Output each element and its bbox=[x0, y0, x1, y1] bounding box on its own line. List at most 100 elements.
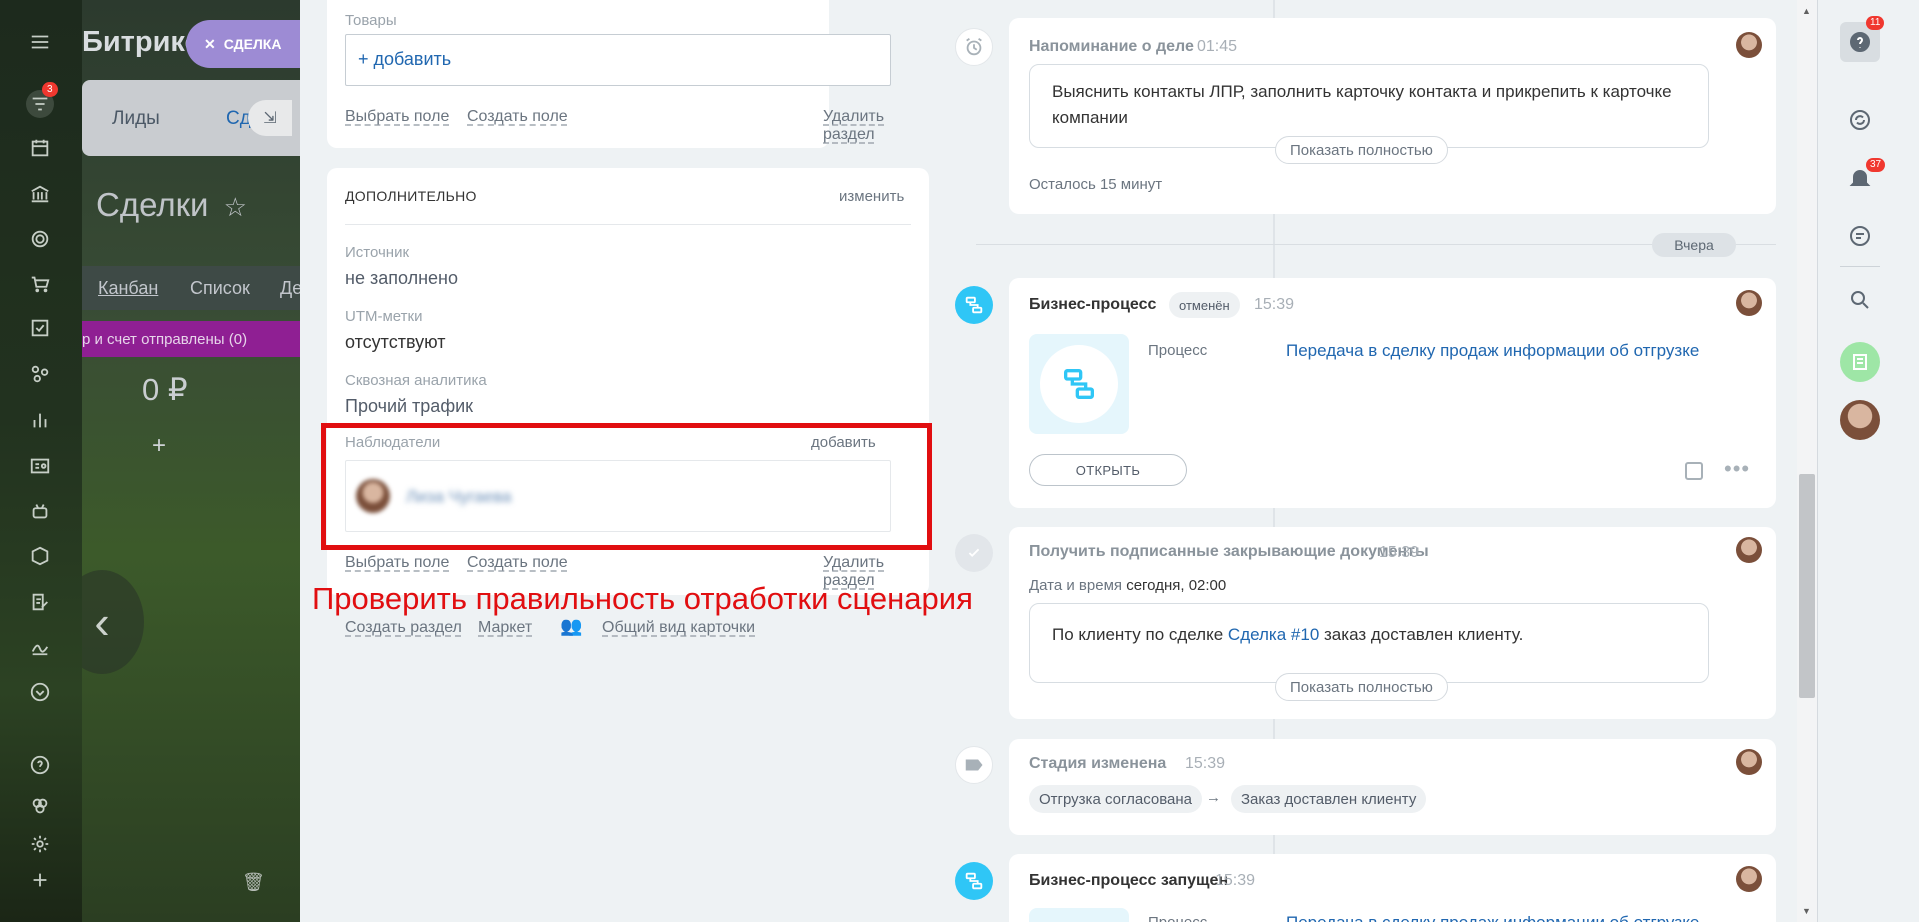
bp-thumbnail bbox=[1029, 334, 1129, 434]
bitrix-logo: Битрикс bbox=[82, 26, 201, 58]
bp-time: 15:39 bbox=[1254, 296, 1295, 313]
chart-icon[interactable] bbox=[26, 406, 54, 434]
bank-icon[interactable] bbox=[26, 180, 54, 208]
bp-title: Бизнес-процесс bbox=[1029, 296, 1157, 313]
author-avatar[interactable] bbox=[1736, 866, 1762, 892]
add-plus-icon[interactable] bbox=[26, 866, 54, 894]
robot-icon[interactable] bbox=[26, 497, 54, 525]
scroll-down-arrow-icon[interactable]: ▼ bbox=[1802, 906, 1811, 916]
chevron-down-circle-icon[interactable] bbox=[26, 678, 54, 706]
deal-slider-panel: Товары + добавить Выбрать поле Создать п… bbox=[300, 0, 1817, 922]
choose-field-link[interactable]: Выбрать поле bbox=[345, 108, 449, 126]
choose-field-link[interactable]: Выбрать поле bbox=[345, 554, 449, 572]
page-title-text: Сделки bbox=[96, 186, 209, 223]
bp-started-thumbnail bbox=[1029, 908, 1129, 922]
tab-leads[interactable]: Лиды bbox=[112, 108, 160, 130]
bp-started-title: Бизнес-процесс запущен bbox=[1029, 872, 1229, 889]
bp-started-time: 15:39 bbox=[1215, 872, 1256, 889]
user-avatar[interactable] bbox=[1840, 400, 1880, 440]
author-avatar[interactable] bbox=[1736, 290, 1762, 316]
checklist-icon[interactable] bbox=[26, 314, 54, 342]
task-card: Получить подписанные закрывающие докумен… bbox=[1009, 527, 1776, 719]
edit-document-icon[interactable] bbox=[26, 588, 54, 616]
view-other[interactable]: Де bbox=[280, 278, 300, 299]
open-lines-button[interactable] bbox=[1840, 342, 1880, 382]
bp-started-card: Бизнес-процесс запущен 15:39 Процесс Пер… bbox=[1009, 854, 1776, 922]
bp-process-label: Процесс bbox=[1148, 914, 1207, 922]
market-link[interactable]: Маркет bbox=[478, 619, 532, 637]
field-value[interactable]: Прочий трафик bbox=[345, 396, 473, 417]
kanban-stage-header: р и счет отправлены (0) bbox=[82, 321, 300, 357]
sync-button[interactable] bbox=[1840, 100, 1880, 140]
create-field-link[interactable]: Создать поле bbox=[467, 108, 568, 126]
settings-gear-icon[interactable] bbox=[26, 830, 54, 858]
bp-process-link[interactable]: Передача в сделку продаж информации об о… bbox=[1286, 341, 1699, 361]
calendar-icon[interactable] bbox=[26, 134, 54, 162]
star-icon[interactable]: ☆ bbox=[224, 192, 247, 222]
view-kanban[interactable]: Канбан bbox=[98, 278, 158, 299]
goods-title: Товары bbox=[345, 12, 397, 29]
goods-add-box[interactable]: + добавить bbox=[345, 34, 891, 86]
marketplace-icon[interactable] bbox=[26, 792, 54, 820]
signature-icon[interactable] bbox=[26, 632, 54, 660]
question-icon bbox=[1850, 32, 1870, 52]
scrollbar-thumb[interactable] bbox=[1799, 474, 1815, 698]
stage-sum: 0 ₽ bbox=[142, 372, 188, 407]
task-title[interactable]: Получить подписанные закрывающие докумен… bbox=[1029, 543, 1429, 561]
business-process-icon bbox=[965, 872, 983, 890]
page-title: Сделки ☆ bbox=[96, 186, 247, 224]
deal-tab-label: СДЕЛКА bbox=[223, 36, 282, 52]
goods-add-button[interactable]: + добавить bbox=[358, 49, 451, 70]
search-icon bbox=[1851, 291, 1869, 309]
arrow-right-icon: → bbox=[1206, 789, 1221, 806]
task-datetime-value: сегодня, 02:00 bbox=[1126, 577, 1227, 594]
create-section-link[interactable]: Создать раздел bbox=[345, 619, 462, 637]
trash-icon[interactable]: 🗑 bbox=[242, 872, 265, 893]
previous-arrow-icon[interactable]: ‹ bbox=[82, 570, 144, 674]
add-deal-button[interactable]: + bbox=[152, 432, 166, 460]
deal-link[interactable]: Сделка #10 bbox=[1228, 625, 1319, 644]
common-card-view-link[interactable]: Общий вид карточки bbox=[602, 619, 755, 637]
box-icon[interactable] bbox=[26, 542, 54, 570]
field-value[interactable]: отсутствуют bbox=[345, 332, 445, 353]
bp-process-link[interactable]: Передача в сделку продаж информации об о… bbox=[1286, 913, 1699, 922]
chat-button[interactable] bbox=[1840, 216, 1880, 256]
chat-bubble-icon bbox=[1850, 226, 1870, 246]
reminder-title[interactable]: Напоминание о деле bbox=[1029, 38, 1194, 56]
more-dots-icon[interactable]: ••• bbox=[1724, 456, 1750, 482]
view-list[interactable]: Список bbox=[190, 278, 250, 299]
open-button[interactable]: ОТКРЫТЬ bbox=[1029, 454, 1187, 486]
field-label: Сквозная аналитика bbox=[345, 372, 487, 389]
collapse-slider-button[interactable]: ⇲ bbox=[248, 100, 292, 136]
business-process-icon bbox=[965, 296, 983, 314]
network-icon[interactable] bbox=[26, 360, 54, 388]
create-field-link[interactable]: Создать поле bbox=[467, 554, 568, 572]
panel-scrollbar[interactable]: ▲ ▼ bbox=[1797, 0, 1817, 922]
menu-icon[interactable] bbox=[26, 28, 54, 56]
search-button[interactable] bbox=[1840, 280, 1880, 320]
stage-from-chip: Отгрузка согласована bbox=[1029, 785, 1202, 813]
author-avatar[interactable] bbox=[1736, 32, 1762, 58]
cart-icon[interactable] bbox=[26, 270, 54, 298]
show-full-button[interactable]: Показать полностью bbox=[1275, 673, 1448, 701]
author-avatar[interactable] bbox=[1736, 749, 1762, 775]
close-deal-slider-tab[interactable]: ✕ СДЕЛКА bbox=[186, 20, 300, 68]
stage-title: Стадия изменена bbox=[1029, 755, 1167, 772]
bp-process-label: Процесс bbox=[1148, 342, 1208, 359]
help-circle-icon[interactable] bbox=[26, 751, 54, 779]
author-avatar[interactable] bbox=[1736, 537, 1762, 563]
annotation-text: Проверить правильность отработки сценари… bbox=[312, 581, 973, 616]
field-value[interactable]: не заполнено bbox=[345, 268, 458, 289]
delete-section-link[interactable]: Удалить раздел bbox=[823, 108, 884, 144]
task-datetime: Дата и время сегодня, 02:00 bbox=[1029, 577, 1226, 594]
target-icon[interactable] bbox=[26, 225, 54, 253]
comment-note-icon[interactable] bbox=[1685, 462, 1703, 480]
field-label: Источник bbox=[345, 244, 410, 261]
bp-status-badge: отменён bbox=[1169, 292, 1240, 318]
show-full-button[interactable]: Показать полностью bbox=[1275, 136, 1448, 164]
contact-card-icon[interactable] bbox=[26, 452, 54, 480]
edit-section-link[interactable]: изменить bbox=[839, 188, 904, 205]
scroll-up-arrow-icon[interactable]: ▲ bbox=[1802, 6, 1811, 16]
reminder-remaining: Осталось 15 минут bbox=[1029, 176, 1163, 193]
stage-changed-card: Стадия изменена 15:39 Отгрузка согласова… bbox=[1009, 739, 1776, 835]
